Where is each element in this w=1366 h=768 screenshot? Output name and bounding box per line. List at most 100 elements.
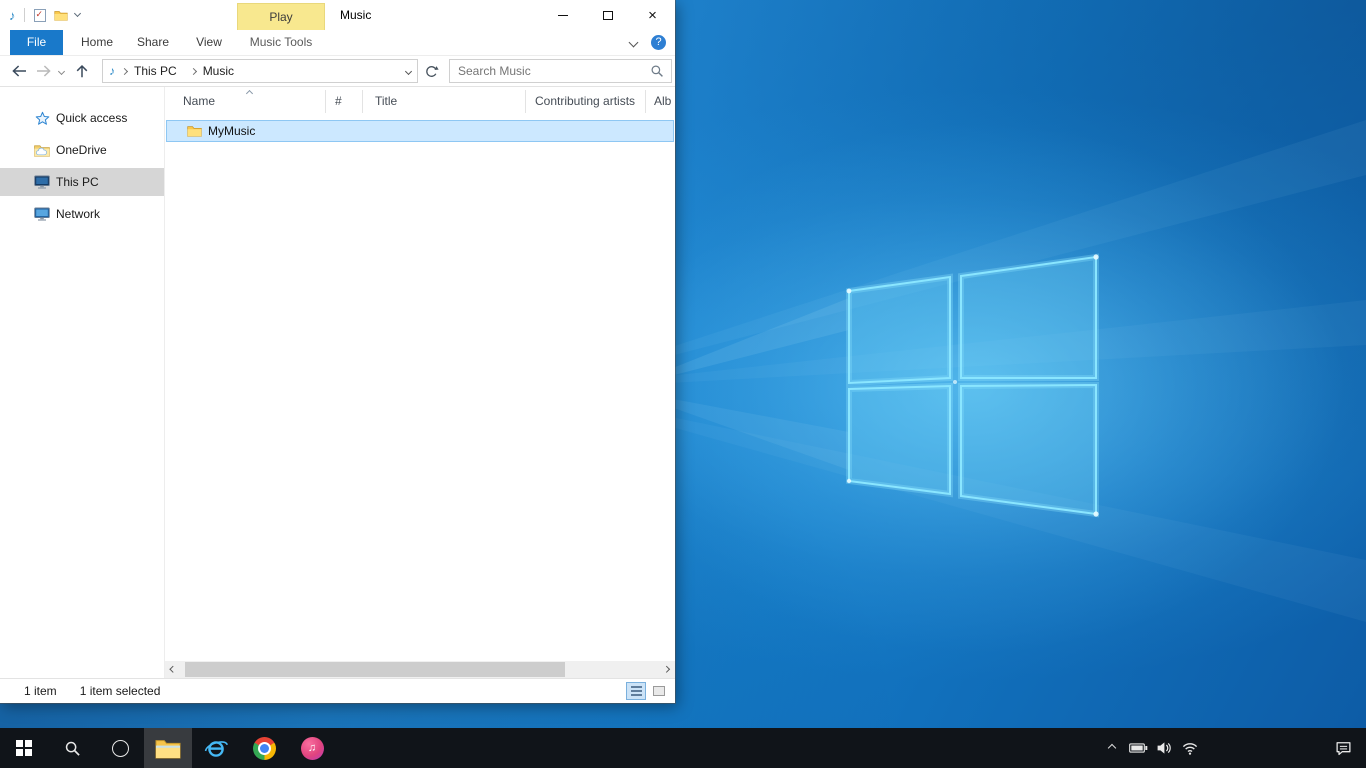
sidebar-item-this-pc[interactable]: This PC <box>0 168 164 196</box>
search-icon <box>64 740 81 757</box>
column-header-name[interactable]: Name <box>183 87 215 116</box>
contextual-tab-play[interactable]: Play <box>237 3 325 30</box>
cortana-button[interactable] <box>96 728 144 768</box>
chrome-taskbar-button[interactable] <box>240 728 288 768</box>
tab-music-tools[interactable]: Music Tools <box>237 30 325 55</box>
itunes-taskbar-button[interactable]: ♫ <box>288 728 336 768</box>
battery-tray-button[interactable] <box>1125 728 1151 768</box>
sidebar-item-onedrive[interactable]: OneDrive <box>0 136 164 164</box>
window-controls: × <box>540 0 675 30</box>
show-hidden-icons-button[interactable] <box>1099 728 1125 768</box>
refresh-button[interactable] <box>424 64 439 79</box>
chevron-left-icon <box>170 666 176 672</box>
search-icon[interactable] <box>650 64 664 78</box>
qat-separator <box>24 8 25 22</box>
volume-tray-button[interactable] <box>1151 728 1177 768</box>
details-view-icon <box>631 686 642 696</box>
app-music-icon[interactable]: ♪ <box>9 8 16 23</box>
explorer-window: ♪ Play Music × File Home Share View Musi… <box>0 0 675 703</box>
address-music-icon: ♪ <box>109 64 115 78</box>
chevron-up-icon <box>1108 744 1116 752</box>
address-dropdown-icon[interactable] <box>399 60 417 82</box>
taskbar-search-button[interactable] <box>48 728 96 768</box>
details-view-button[interactable] <box>626 682 646 700</box>
music-notes-glyph: ♫ <box>308 742 316 754</box>
maximize-icon <box>603 11 613 20</box>
tab-home[interactable]: Home <box>69 30 125 55</box>
file-list-pane: Name # Title Contributing artists Alb My… <box>165 87 675 678</box>
close-button[interactable]: × <box>630 0 675 30</box>
star-icon <box>34 111 50 126</box>
windows-logo-icon <box>16 740 32 756</box>
large-icons-view-button[interactable] <box>649 682 669 700</box>
tab-share[interactable]: Share <box>125 30 181 55</box>
recent-locations-icon[interactable] <box>58 67 65 74</box>
qat-new-folder-icon[interactable] <box>54 10 68 21</box>
column-header-contributing-artists[interactable]: Contributing artists <box>535 87 635 116</box>
folder-icon <box>187 125 202 137</box>
action-center-icon <box>1335 740 1352 757</box>
system-tray <box>1099 728 1366 768</box>
title-bar[interactable]: ♪ Play Music × <box>0 0 675 30</box>
tab-view[interactable]: View <box>181 30 237 55</box>
qat-properties-icon[interactable] <box>34 9 46 22</box>
internet-explorer-icon <box>203 735 229 761</box>
sidebar-item-label: OneDrive <box>56 143 107 157</box>
window-title: Music <box>340 0 371 30</box>
file-name: MyMusic <box>208 124 255 138</box>
qat-customize-icon[interactable] <box>73 10 80 17</box>
column-separator[interactable] <box>525 90 526 113</box>
column-separator[interactable] <box>645 90 646 113</box>
forward-button[interactable] <box>35 63 53 79</box>
view-toggles <box>626 682 669 700</box>
item-count: 1 item <box>24 684 57 698</box>
scroll-right-button[interactable] <box>658 661 675 678</box>
up-button[interactable] <box>74 63 90 79</box>
help-button[interactable]: ? <box>651 35 666 50</box>
sidebar-item-quick-access[interactable]: Quick access <box>0 104 164 132</box>
expand-ribbon-icon[interactable] <box>629 38 639 48</box>
onedrive-folder-icon <box>34 144 50 157</box>
sidebar-item-network[interactable]: Network <box>0 200 164 228</box>
monitor-icon <box>34 175 50 189</box>
maximize-button[interactable] <box>585 0 630 30</box>
wifi-icon <box>1182 742 1198 755</box>
ribbon-tab-row: File Home Share View Music Tools ? <box>0 30 675 56</box>
battery-icon <box>1129 743 1148 753</box>
internet-explorer-taskbar-button[interactable] <box>192 728 240 768</box>
back-button[interactable] <box>10 63 28 79</box>
sidebar-item-label: This PC <box>56 175 99 189</box>
search-input[interactable] <box>450 64 650 78</box>
column-header-number[interactable]: # <box>335 87 342 116</box>
column-separator[interactable] <box>325 90 326 113</box>
column-header-album[interactable]: Alb <box>654 87 671 116</box>
scroll-left-button[interactable] <box>165 661 182 678</box>
column-header-title[interactable]: Title <box>375 87 397 116</box>
itunes-icon: ♫ <box>301 737 324 760</box>
chevron-right-icon <box>663 666 669 672</box>
start-button[interactable] <box>0 728 48 768</box>
address-bar[interactable]: ♪ This PC Music <box>102 59 418 83</box>
sidebar-item-label: Network <box>56 207 100 221</box>
scrollbar-thumb[interactable] <box>185 662 565 677</box>
scrollbar-track[interactable] <box>182 661 658 678</box>
file-row-mymusic[interactable]: MyMusic <box>166 120 674 142</box>
minimize-button[interactable] <box>540 0 585 30</box>
breadcrumb-this-pc[interactable]: This PC <box>127 64 184 78</box>
taskbar: ♫ <box>0 728 1366 768</box>
address-bar-row: ♪ This PC Music <box>0 56 675 87</box>
large-icons-view-icon <box>653 686 665 696</box>
sort-ascending-icon <box>246 90 253 97</box>
tab-file[interactable]: File <box>10 30 63 55</box>
network-tray-button[interactable] <box>1177 728 1203 768</box>
column-separator[interactable] <box>362 90 363 113</box>
file-explorer-taskbar-button[interactable] <box>144 728 192 768</box>
status-bar: 1 item 1 item selected <box>0 678 675 703</box>
horizontal-scrollbar[interactable] <box>165 661 675 678</box>
breadcrumb-music[interactable]: Music <box>196 64 241 78</box>
chrome-icon <box>253 737 276 760</box>
action-center-button[interactable] <box>1321 728 1366 768</box>
volume-icon <box>1156 740 1172 756</box>
search-box[interactable] <box>449 59 672 83</box>
network-icon <box>34 207 50 221</box>
